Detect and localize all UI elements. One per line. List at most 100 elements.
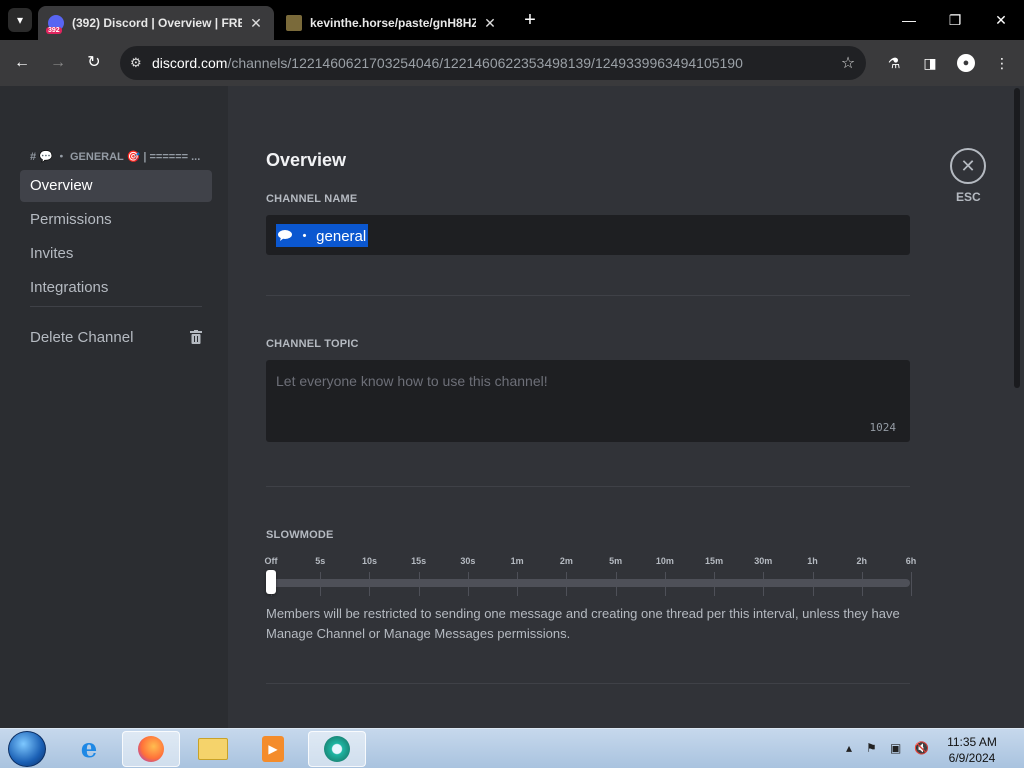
address-bar[interactable]: ⚙ discord.com/channels/12214606217032540… <box>120 46 866 80</box>
side-panel-icon[interactable]: ◨ <box>918 51 942 75</box>
slowmode-tick-label[interactable]: 1m <box>511 556 524 566</box>
tab-paste[interactable]: kevinthe.horse/paste/gnH8HZ ✕ <box>276 6 508 40</box>
network-icon[interactable]: ▣ <box>890 741 901 755</box>
slowmode-label: SLOWMODE <box>266 529 334 541</box>
labs-flask-icon[interactable]: ⚗ <box>882 51 906 75</box>
section-divider <box>266 683 910 684</box>
slowmode-tick-mark <box>911 572 912 596</box>
reload-icon[interactable]: ↻ <box>82 51 106 75</box>
channel-name-label: CHANNEL NAME <box>266 193 358 205</box>
slowmode-tick-label[interactable]: 5m <box>609 556 622 566</box>
slowmode-tick-label[interactable]: 1h <box>807 556 818 566</box>
tray-expand-icon[interactable]: ▴ <box>846 741 852 755</box>
slowmode-tick-mark <box>812 572 814 596</box>
sidebar-item-permissions[interactable]: Permissions <box>20 204 212 236</box>
slowmode-tick-mark <box>714 572 716 596</box>
section-divider <box>266 295 910 296</box>
trash-icon <box>190 330 202 344</box>
sidebar-divider <box>30 306 202 307</box>
slowmode-tick-mark <box>664 572 666 596</box>
slowmode-tick-mark <box>763 572 765 596</box>
slowmode-tick-label[interactable]: 6h <box>906 556 917 566</box>
clock-time: 11:35 AM <box>947 735 997 749</box>
slowmode-tick-mark <box>369 572 371 596</box>
channel-topic-label: CHANNEL TOPIC <box>266 338 359 350</box>
close-tab-icon[interactable]: ✕ <box>248 15 264 32</box>
chrome-taskbar-icon[interactable] <box>308 731 366 767</box>
slowmode-tick-mark <box>320 572 322 596</box>
tab-badge: 392 <box>46 27 62 34</box>
slowmode-tick-label[interactable]: 15s <box>411 556 426 566</box>
slowmode-tick-mark <box>467 572 469 596</box>
back-icon[interactable]: ← <box>10 51 34 75</box>
bookmark-star-icon[interactable]: ☆ <box>830 53 866 73</box>
slider-track[interactable] <box>270 579 910 587</box>
browser-tabstrip: ▾ 392 (392) Discord | Overview | FREE ✕ … <box>0 0 1024 40</box>
browser-menu-icon[interactable]: ⋮ <box>990 51 1014 75</box>
restore-icon[interactable]: ❐ <box>940 8 970 32</box>
ie-taskbar-icon[interactable]: e <box>60 731 118 767</box>
sidebar-item-invites[interactable]: Invites <box>20 238 212 270</box>
delete-channel-label: Delete Channel <box>30 329 134 346</box>
slowmode-tick-label[interactable]: 10s <box>362 556 377 566</box>
slowmode-tick-label[interactable]: 2h <box>857 556 868 566</box>
close-window-icon[interactable]: ✕ <box>986 8 1016 32</box>
tab-search-button[interactable]: ▾ <box>8 8 32 32</box>
channel-topic-input[interactable]: Let everyone know how to use this channe… <box>266 360 910 442</box>
page-title: Overview <box>266 150 347 170</box>
tab-discord[interactable]: 392 (392) Discord | Overview | FREE ✕ <box>38 6 274 40</box>
slowmode-tick-mark <box>418 572 420 596</box>
slowmode-tick-mark <box>517 572 519 596</box>
speech-bubble-icon <box>278 229 292 241</box>
topic-char-counter: 1024 <box>869 421 897 434</box>
firefox-taskbar-icon[interactable] <box>122 731 180 767</box>
channel-name-value: ・ general <box>297 227 367 245</box>
slowmode-tick-label[interactable]: 30s <box>460 556 475 566</box>
tab-title: (392) Discord | Overview | FREE <box>72 16 242 30</box>
browser-toolbar: ← → ↻ ⚙ discord.com/channels/12214606217… <box>0 40 1024 86</box>
slowmode-description: Members will be restricted to sending on… <box>266 606 900 641</box>
url-text[interactable]: discord.com/channels/1221460621703254046… <box>152 55 830 71</box>
section-divider <box>266 486 910 487</box>
discord-favicon-icon: 392 <box>46 15 64 34</box>
tab-title: kevinthe.horse/paste/gnH8HZ <box>310 16 476 30</box>
slowmode-tick-mark <box>861 572 863 596</box>
channel-name-input[interactable]: ・ general <box>266 215 910 255</box>
clock-date: 6/9/2024 <box>948 751 996 765</box>
slowmode-tick-label[interactable]: 30m <box>754 556 772 566</box>
channel-name-selection: ・ general <box>276 223 369 247</box>
delete-channel-button[interactable]: Delete Channel <box>20 322 212 354</box>
new-tab-button[interactable]: + <box>518 8 542 32</box>
sidebar-item-integrations[interactable]: Integrations <box>20 272 212 304</box>
explorer-taskbar-icon[interactable] <box>184 731 242 767</box>
taskbar-clock[interactable]: 11:35 AM 6/9/2024 <box>930 734 1014 766</box>
close-settings-button[interactable]: ✕ <box>950 148 986 184</box>
content-scrollbar[interactable] <box>1014 88 1020 388</box>
esc-label: ESC <box>956 190 981 204</box>
slowmode-tick-label[interactable]: 2m <box>560 556 573 566</box>
slider-thumb[interactable] <box>266 570 276 594</box>
windows-taskbar: e ▶ ▴ ⚑ ▣ 🔇 11:35 AM 6/9/2024 <box>0 728 1024 768</box>
forward-icon[interactable]: → <box>46 51 70 75</box>
profile-avatar-icon[interactable]: ● <box>957 54 975 72</box>
close-tab-icon[interactable]: ✕ <box>482 15 498 32</box>
slowmode-tick-mark <box>615 572 617 596</box>
media-player-taskbar-icon[interactable]: ▶ <box>244 731 302 767</box>
sidebar-item-overview[interactable]: Overview <box>20 170 212 202</box>
site-info-icon[interactable]: ⚙ <box>130 55 152 71</box>
horse-favicon-icon <box>286 15 302 31</box>
discord-channel-settings: # 💬 ・ GENERAL 🎯 | ====== ... Overview Pe… <box>0 86 1024 728</box>
slowmode-tick-mark <box>566 572 568 596</box>
minimize-icon[interactable]: — <box>894 8 924 32</box>
start-button[interactable] <box>8 731 46 767</box>
slowmode-slider[interactable]: Off 5s 10s 15s 30s 1m 2m 5m 10m 15m 30m 1h 2h 6h <box>265 552 916 596</box>
slowmode-tick-label[interactable]: 15m <box>705 556 723 566</box>
slowmode-tick-label[interactable]: 10m <box>656 556 674 566</box>
channel-topic-placeholder: Let everyone know how to use this channe… <box>276 373 548 389</box>
slowmode-tick-label[interactable]: 5s <box>315 556 325 566</box>
slowmode-tick-label[interactable]: Off <box>265 556 278 566</box>
sidebar-channel-header: # 💬 ・ GENERAL 🎯 | ====== ... <box>30 151 201 163</box>
action-center-flag-icon[interactable]: ⚑ <box>866 741 877 755</box>
volume-muted-icon[interactable]: 🔇 <box>914 741 929 755</box>
settings-sidebar: # 💬 ・ GENERAL 🎯 | ====== ... Overview Pe… <box>0 86 228 728</box>
